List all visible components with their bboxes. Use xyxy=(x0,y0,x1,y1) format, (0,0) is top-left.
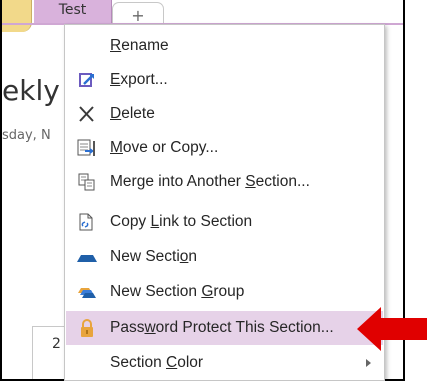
copy-link-icon xyxy=(76,212,98,232)
menu-item-label: New Section xyxy=(110,248,198,265)
menu-item-label: Export... xyxy=(110,71,168,88)
section-tab-yellow[interactable] xyxy=(2,0,32,32)
menu-item-label: Rename xyxy=(110,37,169,54)
screenshot-frame: Test + ekly sday, N 2 Rename Export... D… xyxy=(0,0,431,381)
menu-item-label: Password Protect This Section... xyxy=(110,319,334,336)
new-section-icon xyxy=(76,247,98,267)
page-content-text: 2 xyxy=(52,336,61,352)
submenu-arrow-icon xyxy=(366,359,371,367)
menu-item-new-section[interactable]: New Section xyxy=(66,240,383,274)
delete-x-icon xyxy=(76,104,98,124)
export-icon xyxy=(76,70,98,90)
menu-item-merge-section[interactable]: Merge into Another Section... xyxy=(66,165,383,199)
page-date: sday, N xyxy=(2,128,51,143)
menu-item-label: Merge into Another Section... xyxy=(110,173,310,190)
menu-item-label: Section Color xyxy=(110,354,204,371)
menu-item-label: New Section Group xyxy=(110,283,245,300)
lock-icon xyxy=(76,318,98,338)
menu-item-label: Move or Copy... xyxy=(110,139,219,156)
callout-arrow-icon xyxy=(357,307,427,351)
menu-item-new-section-group[interactable]: New Section Group xyxy=(66,275,383,309)
new-section-group-icon xyxy=(76,282,98,302)
menu-item-label: Copy Link to Section xyxy=(110,213,253,230)
section-tab-test[interactable]: Test xyxy=(34,0,112,24)
page-title: ekly xyxy=(2,74,60,107)
move-copy-icon xyxy=(76,138,98,158)
menu-item-copy-link[interactable]: Copy Link to Section xyxy=(66,205,383,239)
menu-item-rename[interactable]: Rename xyxy=(66,29,383,63)
menu-item-delete[interactable]: Delete xyxy=(66,97,383,131)
section-tab-strip: Test + xyxy=(2,0,403,32)
section-context-menu: Rename Export... Delete Move or Copy... … xyxy=(64,24,385,381)
merge-icon xyxy=(76,172,98,192)
menu-item-move-or-copy[interactable]: Move or Copy... xyxy=(66,131,383,165)
menu-item-password-protect[interactable]: Password Protect This Section... xyxy=(66,311,383,345)
menu-item-export[interactable]: Export... xyxy=(66,63,383,97)
menu-item-label: Delete xyxy=(110,105,155,122)
add-section-tab[interactable]: + xyxy=(112,2,164,25)
menu-item-section-color[interactable]: Section Color xyxy=(66,346,383,380)
